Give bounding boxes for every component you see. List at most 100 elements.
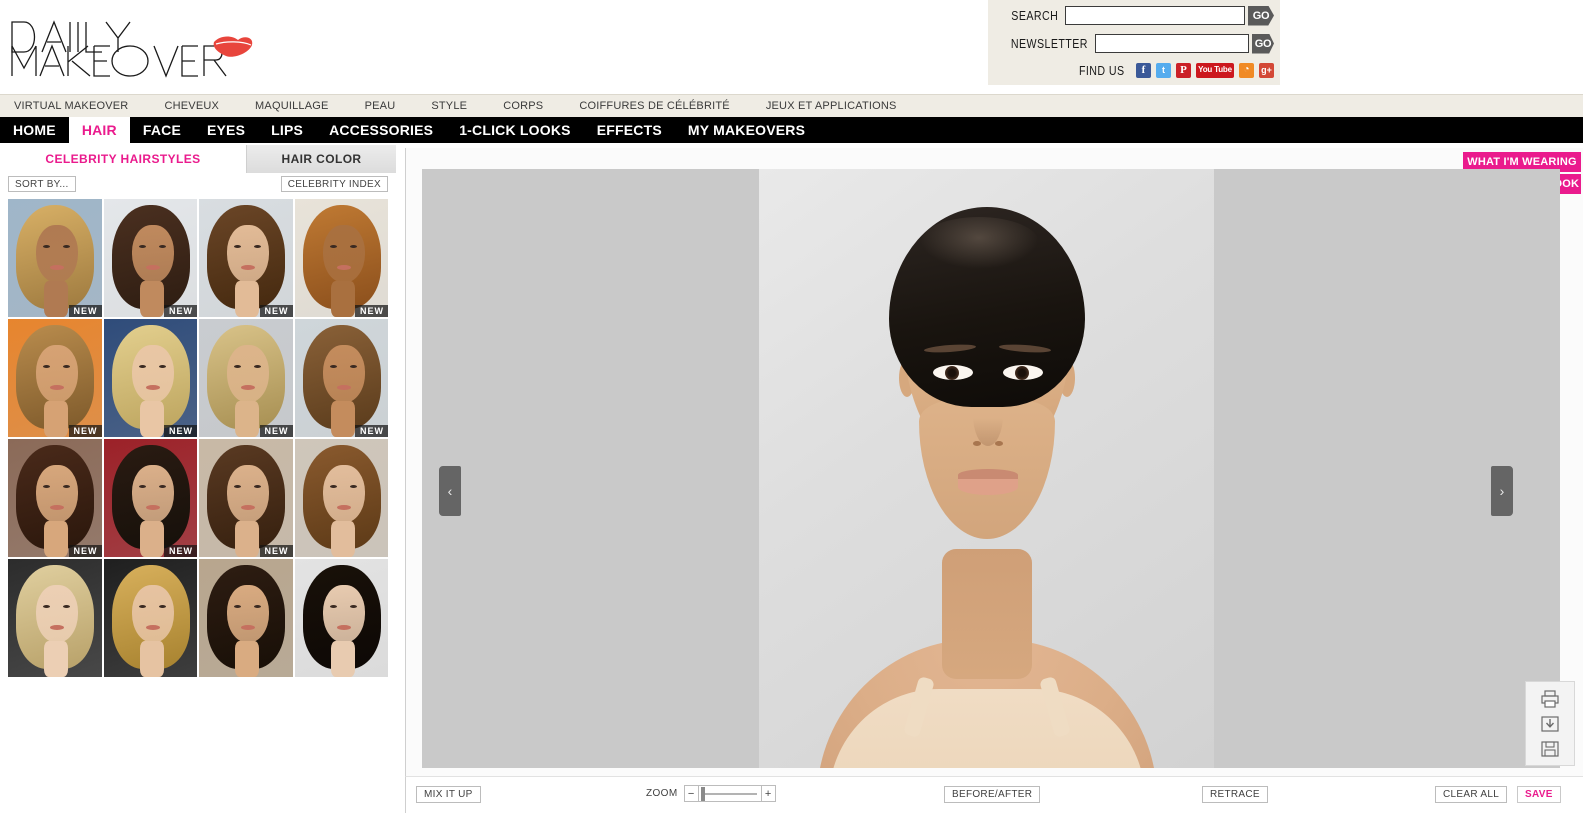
before-after-button[interactable]: BEFORE/AFTER xyxy=(944,786,1041,803)
celebrity-thumbnail[interactable]: NEW xyxy=(199,439,293,557)
googleplus-icon[interactable]: g+ xyxy=(1259,62,1274,78)
zoom-slider[interactable] xyxy=(698,785,761,802)
model-canvas[interactable]: ‹ › PLAY xyxy=(422,169,1560,768)
youtube-icon[interactable]: You Tube xyxy=(1196,62,1234,78)
model-photo[interactable] xyxy=(759,169,1214,768)
nav-item-face[interactable]: FACE xyxy=(130,117,194,143)
newsletter-input[interactable] xyxy=(1094,34,1249,53)
nav-item-accessories[interactable]: ACCESSORIES xyxy=(316,117,446,143)
clear-all-button[interactable]: CLEAR ALL xyxy=(1435,786,1508,803)
thumbnail-eye-right xyxy=(63,605,70,608)
panel-filter-row: SORT BY... CELEBRITY INDEX xyxy=(0,173,396,195)
rss-icon[interactable]: ◔ xyxy=(1239,62,1254,78)
new-badge: NEW xyxy=(164,545,197,557)
save-disk-icon[interactable] xyxy=(1540,739,1560,759)
sort-by-button[interactable]: SORT BY... xyxy=(8,176,76,192)
next-model-arrow-icon[interactable]: › xyxy=(1491,466,1513,516)
model-nostril-right xyxy=(995,441,1003,446)
celebrity-thumbnail[interactable]: NEW xyxy=(103,199,197,317)
zoom-in-button[interactable]: + xyxy=(760,785,776,802)
thumbnail-eye-left xyxy=(43,365,50,368)
celebrity-thumbnail[interactable] xyxy=(8,559,102,677)
pinterest-icon[interactable]: P xyxy=(1176,62,1191,78)
nav-item-lips[interactable]: LIPS xyxy=(258,117,316,143)
celebrity-thumbnail[interactable] xyxy=(199,559,293,677)
nav-item-eyes[interactable]: EYES xyxy=(194,117,258,143)
celebrity-thumbnail[interactable] xyxy=(294,439,388,557)
thumbnail-eye-left xyxy=(234,605,241,608)
celebrity-thumbnail[interactable]: NEW xyxy=(8,199,102,317)
search-go-button[interactable]: GO xyxy=(1248,5,1274,26)
thumbnail-eye-left xyxy=(329,245,337,248)
primary-nav: HOME HAIR FACE EYES LIPS ACCESSORIES 1-C… xyxy=(0,117,1583,143)
celebrity-thumbnail[interactable]: NEW xyxy=(294,319,388,437)
celebrity-thumbnail[interactable] xyxy=(103,559,197,677)
celebrity-thumbnail[interactable]: NEW xyxy=(294,199,388,317)
newsletter-go-button[interactable]: GO xyxy=(1251,33,1274,54)
topnav-item-peau[interactable]: PEAU xyxy=(365,100,396,112)
zoom-slider-track xyxy=(704,792,757,795)
celebrity-thumbnail[interactable] xyxy=(294,559,388,677)
find-us-row: FIND US f t P You Tube ◔ g+ xyxy=(994,59,1274,81)
nav-item-hair[interactable]: HAIR xyxy=(68,117,130,143)
tab-celebrity-hairstyles[interactable]: CELEBRITY HAIRSTYLES xyxy=(0,145,246,173)
celebrity-thumbnail[interactable]: NEW xyxy=(199,319,293,437)
topnav-item-style[interactable]: STYLE xyxy=(431,100,467,112)
thumbnail-neck xyxy=(44,281,68,317)
mix-it-up-button[interactable]: MIX IT UP xyxy=(416,786,481,803)
model-hair-highlight xyxy=(919,217,1039,269)
nav-item-home[interactable]: HOME xyxy=(0,117,69,143)
celebrity-index-button[interactable]: CELEBRITY INDEX xyxy=(280,176,388,192)
thumbnail-neck xyxy=(235,521,259,557)
celebrity-thumbnail[interactable]: NEW xyxy=(103,439,197,557)
download-icon[interactable] xyxy=(1540,714,1560,734)
celebrity-thumbnail[interactable]: NEW xyxy=(8,439,102,557)
site-logo[interactable] xyxy=(8,18,258,80)
thumbnail-lips xyxy=(50,385,64,390)
canvas-tools xyxy=(1525,681,1575,766)
print-icon[interactable] xyxy=(1540,689,1560,709)
facebook-icon[interactable]: f xyxy=(1136,62,1151,78)
new-badge: NEW xyxy=(68,545,102,557)
celebrity-thumbnail[interactable]: NEW xyxy=(8,319,102,437)
search-input[interactable] xyxy=(1065,6,1245,25)
nav-item-my-makeovers[interactable]: MY MAKEOVERS xyxy=(675,117,818,143)
thumbnail-face xyxy=(36,225,78,283)
thumbnail-neck xyxy=(44,641,68,677)
celebrity-thumbnail[interactable]: NEW xyxy=(103,319,197,437)
thumbnail-art xyxy=(199,319,293,437)
nav-item-effects[interactable]: EFFECTS xyxy=(584,117,675,143)
topnav-item-corps[interactable]: CORPS xyxy=(503,100,543,112)
tab-hair-color[interactable]: HAIR COLOR xyxy=(246,145,396,173)
thumbnail-eye-left xyxy=(234,245,241,248)
thumbnail-face xyxy=(131,345,174,403)
topnav-item-jeux[interactable]: JEUX ET APPLICATIONS xyxy=(766,100,897,112)
retrace-button[interactable]: RETRACE xyxy=(1202,786,1268,803)
nav-item-1-click-looks[interactable]: 1-CLICK LOOKS xyxy=(446,117,584,143)
thumbnail-eye-right xyxy=(158,485,166,488)
topnav-item-virtual-makeover[interactable]: VIRTUAL MAKEOVER xyxy=(14,100,128,112)
thumbnail-eye-left xyxy=(329,485,337,488)
celebrity-thumbnail[interactable]: NEW xyxy=(199,199,293,317)
thumbnail-eye-right xyxy=(349,365,357,368)
thumbnail-art xyxy=(199,439,293,557)
previous-model-arrow-icon[interactable]: ‹ xyxy=(439,466,461,516)
thumbnail-neck xyxy=(139,521,164,557)
makeover-toolbar: MIX IT UP ZOOM − + BEFORE/AFTER RETRACE … xyxy=(405,776,1583,813)
save-button[interactable]: SAVE xyxy=(1517,786,1561,803)
topnav-item-maquillage[interactable]: MAQUILLAGE xyxy=(255,100,329,112)
zoom-out-button[interactable]: − xyxy=(683,785,699,802)
thumbnail-neck xyxy=(139,281,164,317)
thumbnail-eye-right xyxy=(63,485,70,488)
thumbnail-eye-right xyxy=(254,605,261,608)
thumbnail-art xyxy=(294,439,388,557)
thumbnail-eye-left xyxy=(329,365,337,368)
thumbnail-eye-right xyxy=(254,245,261,248)
new-badge: NEW xyxy=(68,305,102,317)
topnav-item-coiffures[interactable]: COIFFURES DE CÉLÉBRITÉ xyxy=(579,100,729,112)
twitter-icon[interactable]: t xyxy=(1156,62,1171,78)
topnav-item-cheveux[interactable]: CHEVEUX xyxy=(164,100,219,112)
thumbnail-art xyxy=(8,319,102,437)
zoom-slider-handle[interactable] xyxy=(700,787,705,801)
thumbnail-neck xyxy=(330,401,355,437)
